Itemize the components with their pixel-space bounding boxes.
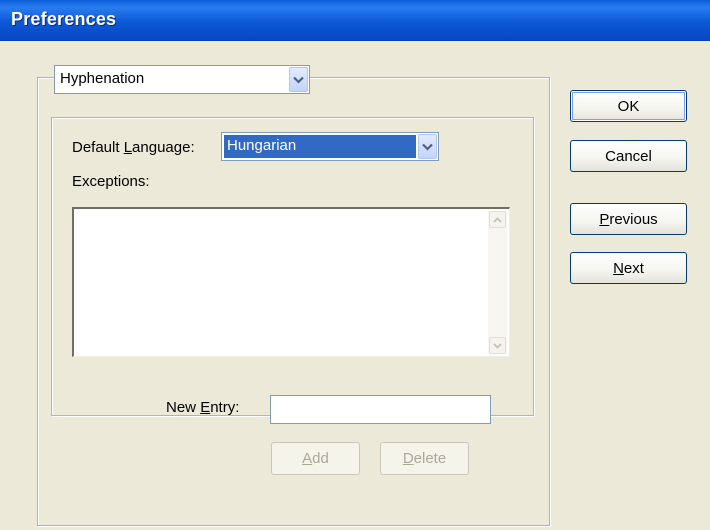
- chevron-down-icon[interactable]: [418, 134, 437, 159]
- section-select[interactable]: Hyphenation: [54, 65, 310, 94]
- exceptions-label: Exceptions:: [72, 173, 150, 190]
- new-entry-input[interactable]: [270, 395, 491, 424]
- default-language-select[interactable]: Hungarian: [221, 132, 439, 161]
- scroll-down-arrow-icon[interactable]: [489, 337, 506, 354]
- title-bar[interactable]: Preferences: [0, 0, 710, 41]
- add-button[interactable]: Add: [271, 442, 360, 475]
- ok-button[interactable]: OK: [570, 90, 687, 122]
- chevron-down-icon[interactable]: [289, 67, 308, 92]
- default-language-value: Hungarian: [224, 135, 416, 158]
- section-select-value: Hyphenation: [60, 70, 145, 87]
- default-language-label: Default Language:: [72, 139, 195, 156]
- exceptions-scrollbar[interactable]: [488, 211, 507, 354]
- exceptions-list[interactable]: [72, 207, 510, 357]
- delete-button[interactable]: Delete: [380, 442, 469, 475]
- next-button[interactable]: Next: [570, 252, 687, 284]
- scroll-up-arrow-icon[interactable]: [489, 211, 506, 228]
- preferences-dialog: Hyphenation Default Language: Hungarian …: [0, 41, 710, 530]
- cancel-button[interactable]: Cancel: [570, 140, 687, 172]
- new-entry-label: New Entry:: [166, 399, 240, 416]
- window-title: Preferences: [11, 9, 117, 29]
- previous-button[interactable]: Previous: [570, 203, 687, 235]
